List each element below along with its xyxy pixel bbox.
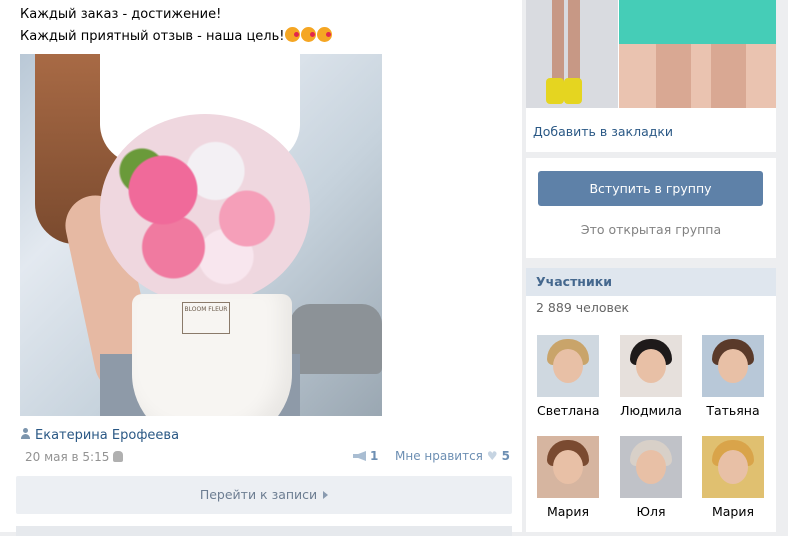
join-group-button[interactable]: Вступить в группу bbox=[538, 171, 763, 206]
avatar[interactable] bbox=[702, 436, 764, 498]
post-text: Каждый заказ - достижение! Каждый приятн… bbox=[20, 4, 333, 48]
cover-dress bbox=[619, 0, 776, 44]
kissing-face-icon bbox=[300, 27, 316, 42]
photo-car bbox=[290, 304, 382, 374]
members-title[interactable]: Участники bbox=[536, 274, 612, 289]
member-name[interactable]: Юля bbox=[620, 504, 682, 519]
cover-shoe bbox=[564, 78, 582, 104]
kissing-face-icon bbox=[316, 27, 332, 42]
share-button[interactable]: 1 bbox=[353, 449, 378, 463]
member-item[interactable]: Людмила bbox=[620, 335, 682, 418]
like-count: 5 bbox=[501, 449, 511, 463]
avatar[interactable] bbox=[702, 335, 764, 397]
like-button[interactable]: Мне нравится ♥ 5 bbox=[395, 449, 510, 463]
post-text-line-2: Каждый приятный отзыв - наша цель! bbox=[20, 26, 333, 48]
goto-post-label: Перейти к записи bbox=[199, 487, 318, 502]
like-label: Мне нравится bbox=[395, 449, 483, 463]
join-block: Вступить в группу Это открытая группа bbox=[526, 158, 776, 258]
post-text-line-2-text: Каждый приятный отзыв - наша цель! bbox=[20, 29, 285, 44]
member-item[interactable]: Татьяна bbox=[702, 335, 764, 418]
members-count[interactable]: 2 889 человек bbox=[536, 300, 629, 315]
members-block: Участники 2 889 человек Светлана Людмила… bbox=[526, 268, 776, 532]
cover-photo[interactable] bbox=[526, 0, 776, 108]
cover-shoe bbox=[546, 78, 564, 104]
post-author[interactable]: Екатерина Ерофеева bbox=[20, 428, 179, 443]
bookmark-block: Добавить в закладки bbox=[526, 108, 776, 152]
add-bookmark-link[interactable]: Добавить в закладки bbox=[533, 124, 673, 139]
avatar[interactable] bbox=[537, 436, 599, 498]
member-item[interactable]: Мария bbox=[702, 436, 764, 519]
post-text-line-1: Каждый заказ - достижение! bbox=[20, 7, 222, 22]
member-item[interactable]: Юля bbox=[620, 436, 682, 519]
avatar[interactable] bbox=[620, 436, 682, 498]
avatar[interactable] bbox=[620, 335, 682, 397]
post-photo[interactable]: BLOOM FLEUR bbox=[20, 54, 382, 416]
open-group-label: Это открытая группа bbox=[580, 222, 722, 237]
next-post-edge bbox=[16, 526, 512, 536]
member-item[interactable]: Светлана bbox=[537, 335, 600, 418]
member-item[interactable]: Мария bbox=[537, 436, 599, 519]
post-date[interactable]: 20 мая в 5:15 bbox=[25, 450, 124, 464]
share-count: 1 bbox=[370, 449, 379, 463]
cover-gap bbox=[691, 44, 711, 108]
chevron-right-icon bbox=[323, 491, 329, 499]
post-card: Каждый заказ - достижение! Каждый приятн… bbox=[0, 0, 522, 536]
kissing-face-icon bbox=[284, 27, 300, 42]
member-name[interactable]: Людмила bbox=[620, 403, 682, 418]
post-date-text[interactable]: 20 мая в 5:15 bbox=[25, 450, 109, 464]
member-name[interactable]: Светлана bbox=[537, 403, 600, 418]
person-icon bbox=[20, 428, 31, 440]
heart-icon: ♥ bbox=[486, 449, 498, 463]
photo-box-logo: BLOOM FLEUR bbox=[182, 302, 230, 334]
android-icon bbox=[113, 451, 124, 462]
member-name[interactable]: Татьяна bbox=[702, 403, 764, 418]
photo-bouquet bbox=[100, 114, 310, 304]
author-name[interactable]: Екатерина Ерофеева bbox=[35, 428, 179, 443]
goto-post-button[interactable]: Перейти к записи bbox=[16, 476, 512, 514]
member-name[interactable]: Мария bbox=[537, 504, 599, 519]
members-header[interactable]: Участники bbox=[526, 268, 776, 296]
megaphone-icon bbox=[353, 451, 366, 461]
member-name[interactable]: Мария bbox=[702, 504, 764, 519]
avatar[interactable] bbox=[537, 335, 599, 397]
